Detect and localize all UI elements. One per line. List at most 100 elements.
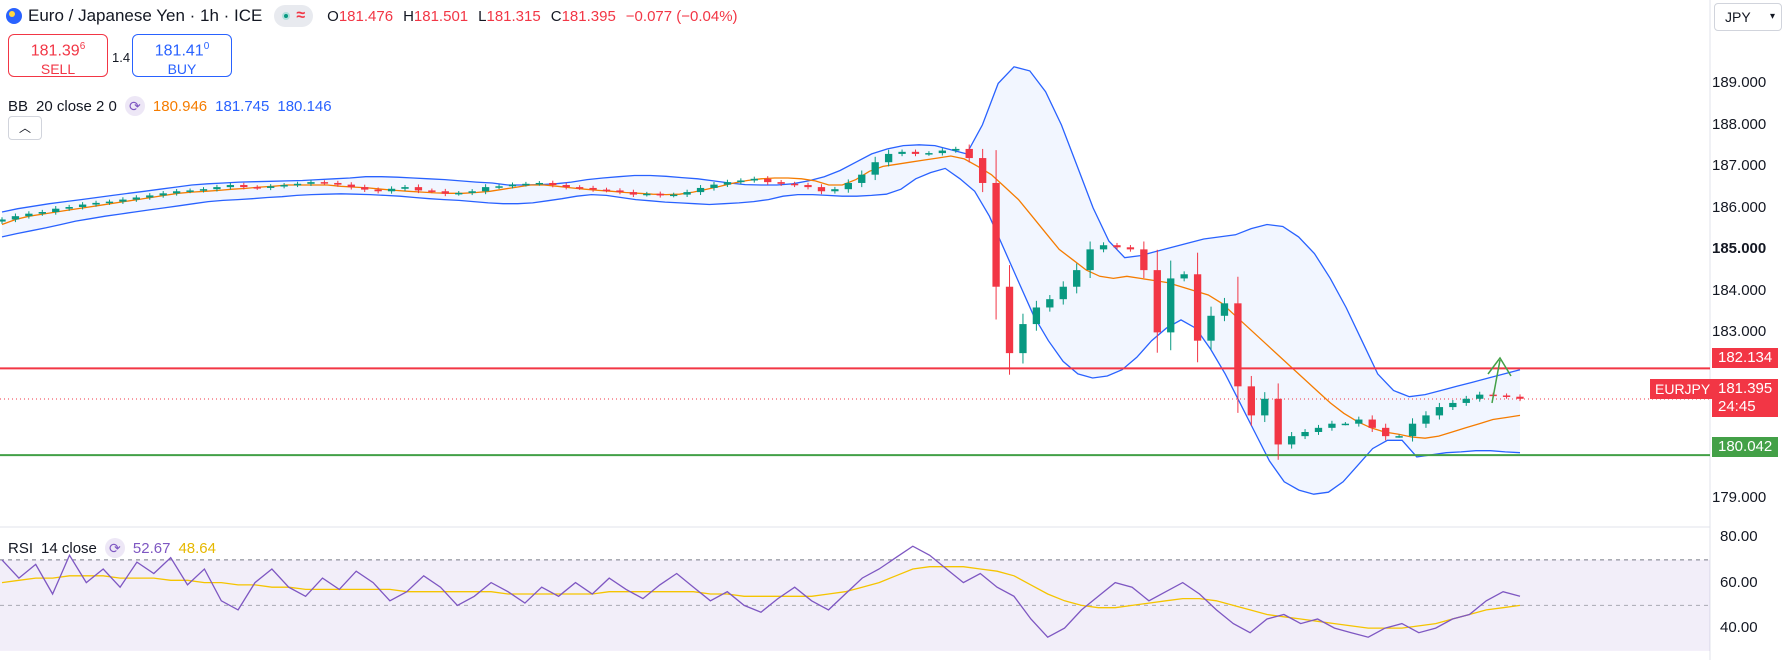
candle-body bbox=[172, 191, 181, 194]
symbol-title[interactable]: Euro / Japanese Yen · 1h · ICE bbox=[28, 6, 262, 26]
candle-body bbox=[226, 185, 235, 188]
candle-body bbox=[199, 189, 208, 191]
candle-body bbox=[1314, 427, 1323, 432]
rsi-value: 52.67 bbox=[132, 539, 171, 557]
candle-body bbox=[1328, 423, 1336, 428]
ohlc-low: L181.315 bbox=[478, 7, 541, 25]
candle-body bbox=[1462, 398, 1470, 403]
candle-body bbox=[78, 204, 87, 208]
candle-body bbox=[441, 191, 449, 194]
sell-price: 181.39 bbox=[30, 42, 80, 60]
candle-body bbox=[414, 187, 423, 191]
ohlc-close: C181.395 bbox=[550, 7, 616, 25]
candle-body bbox=[1476, 394, 1484, 399]
candle-body bbox=[858, 174, 866, 183]
sell-label: SELL bbox=[40, 61, 76, 78]
candle-body bbox=[696, 187, 705, 193]
rsi-legend[interactable]: RSI 14 close ⟳ 52.67 48.64 bbox=[8, 538, 216, 558]
symbol-flag-icon[interactable] bbox=[6, 8, 22, 24]
candle-body bbox=[293, 183, 302, 186]
candle-body bbox=[1341, 423, 1350, 426]
bb-name: BB bbox=[8, 97, 29, 115]
bb-legend[interactable]: BB 20 close 2 0 ⟳ 180.946 181.745 180.14… bbox=[8, 96, 332, 116]
collapse-legend-button[interactable]: ︿ bbox=[8, 116, 42, 140]
candle-body bbox=[911, 151, 920, 154]
candle-body bbox=[1287, 436, 1296, 445]
rsi-params: 14 close bbox=[41, 539, 97, 557]
candle-body bbox=[925, 153, 933, 155]
candle-body bbox=[643, 193, 651, 196]
candle-body bbox=[267, 186, 275, 188]
candle-body bbox=[105, 201, 114, 204]
candle-body bbox=[1435, 407, 1444, 416]
bb-band-area bbox=[2, 66, 1520, 495]
price-axis-tick: 189.000 bbox=[1712, 74, 1767, 92]
candle-body bbox=[683, 192, 691, 195]
price-axis-tick: 183.000 bbox=[1712, 323, 1767, 341]
currency-select[interactable]: JPY ▾ bbox=[1714, 3, 1782, 31]
market-status-pill[interactable]: ≈ bbox=[274, 5, 314, 27]
symbol-header: Euro / Japanese Yen · 1h · ICE ≈ O181.47… bbox=[6, 4, 738, 28]
buy-button[interactable]: 181.410 BUY bbox=[132, 34, 232, 77]
candle-body bbox=[1395, 436, 1403, 438]
candle-body bbox=[1180, 274, 1188, 279]
rsi-axis-tick: 80.00 bbox=[1720, 528, 1758, 546]
refresh-icon[interactable]: ⟳ bbox=[124, 96, 145, 116]
candle-body bbox=[656, 193, 664, 196]
bb-lower-value: 180.146 bbox=[277, 97, 332, 115]
chevron-down-icon: ▾ bbox=[1769, 11, 1775, 22]
rsi-name: RSI bbox=[8, 539, 34, 557]
bar-countdown: 24:45 bbox=[1718, 398, 1756, 415]
candle-body bbox=[871, 162, 879, 175]
candle-body bbox=[495, 186, 503, 188]
candle-body bbox=[764, 178, 772, 183]
candle-body bbox=[1193, 274, 1202, 341]
candle-body bbox=[0, 219, 6, 222]
candle-body bbox=[670, 194, 678, 197]
ohlc-high: H181.501 bbox=[403, 7, 469, 25]
candle-body bbox=[629, 192, 638, 195]
buy-price: 181.41 bbox=[154, 42, 204, 60]
candle-body bbox=[1408, 423, 1417, 437]
candle-body bbox=[240, 185, 248, 188]
candle-body bbox=[1113, 245, 1121, 248]
candle-body bbox=[253, 187, 261, 189]
buy-price-pip: 0 bbox=[203, 41, 210, 52]
candle-body bbox=[213, 187, 221, 190]
candle-body bbox=[1261, 398, 1269, 416]
sell-button[interactable]: 181.396 SELL bbox=[8, 34, 108, 77]
price-axis-tick: 188.000 bbox=[1712, 115, 1767, 133]
candle-body bbox=[1099, 245, 1108, 250]
candle-body bbox=[132, 197, 140, 200]
ohlc-open: O181.476 bbox=[327, 7, 394, 25]
candle-body bbox=[1140, 249, 1148, 271]
candle-body bbox=[65, 207, 73, 209]
candle-body bbox=[401, 187, 409, 189]
candle-body bbox=[737, 180, 745, 183]
candle-body bbox=[92, 202, 100, 205]
rsi-ma-value: 48.64 bbox=[178, 539, 216, 557]
wave-icon: ≈ bbox=[296, 7, 306, 24]
refresh-icon[interactable]: ⟳ bbox=[104, 538, 125, 558]
candle-body bbox=[1247, 386, 1255, 416]
candle-body bbox=[844, 182, 852, 190]
candle-body bbox=[146, 195, 154, 198]
candle-body bbox=[455, 192, 463, 195]
ohlc-values: O181.476 H181.501 L181.315 C181.395 −0.0… bbox=[327, 8, 737, 25]
support-price-tag: 180.042 bbox=[1712, 437, 1779, 457]
market-open-icon bbox=[282, 12, 291, 20]
candle-body bbox=[1086, 249, 1094, 271]
candle-body bbox=[589, 187, 597, 190]
candle-body bbox=[119, 199, 127, 202]
candle-body bbox=[387, 188, 396, 192]
candle-body bbox=[1449, 402, 1457, 408]
candle-body bbox=[1355, 419, 1363, 424]
bb-band-fill bbox=[2, 66, 1520, 495]
candle-body bbox=[575, 187, 584, 189]
rsi-axis-tick: 40.00 bbox=[1720, 619, 1758, 637]
candle-body bbox=[347, 184, 355, 188]
candle-body bbox=[1046, 299, 1054, 308]
bb-upper-value: 181.745 bbox=[215, 97, 270, 115]
candle-body bbox=[1382, 427, 1390, 437]
sell-price-pip: 6 bbox=[79, 41, 86, 52]
